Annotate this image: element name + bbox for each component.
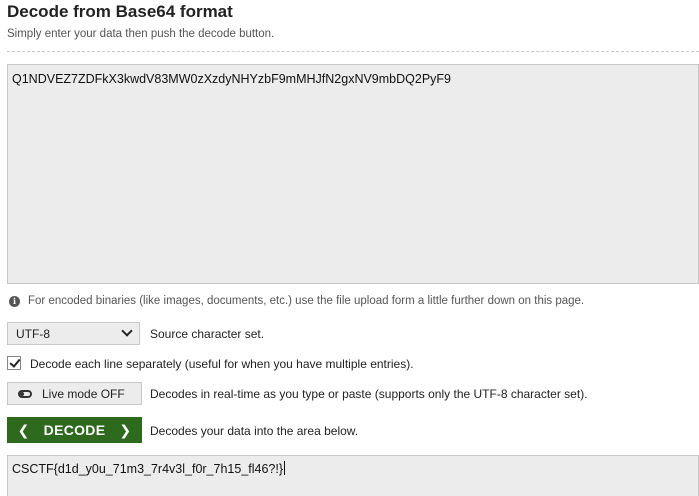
input-textarea[interactable]: Q1NDVEZ7ZDFkX3kwdV83MW0zXzdyNHYzbF9mMHJf… [7, 64, 699, 284]
checkmark-icon [9, 356, 21, 368]
toggle-off-icon [18, 389, 32, 398]
info-note: i For encoded binaries (like images, doc… [9, 295, 584, 307]
decode-each-line-checkbox[interactable] [7, 356, 21, 370]
chevron-down-icon [121, 325, 133, 337]
live-mode-button[interactable]: Live mode OFF [7, 382, 142, 405]
live-mode-label: Live mode OFF [42, 386, 125, 401]
page-subtitle: Simply enter your data then push the dec… [7, 28, 275, 40]
decode-button[interactable]: ❮ DECODE ❯ [7, 417, 142, 443]
info-icon: i [9, 295, 20, 307]
charset-label: Source character set. [150, 327, 265, 341]
chevron-right-icon: ❯ [119, 421, 132, 438]
charset-select[interactable]: UTF-8 [7, 322, 140, 345]
output-text: CSCTF{d1d_y0u_71m3_7r4v3l_f0r_7h15_fl46?… [12, 462, 284, 476]
divider [7, 51, 699, 52]
charset-selected-value: UTF-8 [16, 327, 50, 341]
output-textarea[interactable]: CSCTF{d1d_y0u_71m3_7r4v3l_f0r_7h15_fl46?… [7, 455, 699, 496]
decode-each-line-label[interactable]: Decode each line separately (useful for … [30, 357, 414, 371]
decode-button-label: DECODE [43, 422, 106, 438]
text-caret [284, 461, 286, 475]
info-text: For encoded binaries (like images, docum… [28, 295, 585, 307]
page-title: Decode from Base64 format [7, 2, 233, 21]
live-mode-description: Decodes in real-time as you type or past… [150, 387, 588, 401]
chevron-left-icon: ❮ [17, 421, 30, 438]
decode-description: Decodes your data into the area below. [150, 424, 359, 438]
